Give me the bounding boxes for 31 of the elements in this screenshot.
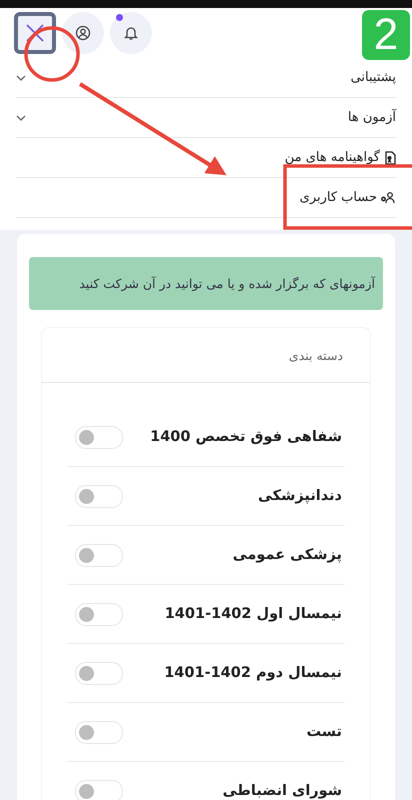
category-label: شفاهی فوق تخصص 1400 — [150, 429, 343, 445]
close-icon — [25, 23, 45, 43]
menu-link[interactable]: پشتیبانی — [350, 70, 396, 85]
menu-link[interactable]: آزمون ها — [348, 110, 396, 125]
menu-link[interactable]: گواهینامه های من — [284, 150, 396, 165]
toggle-switch[interactable] — [75, 602, 123, 626]
toggle-switch[interactable] — [75, 720, 123, 744]
toggle-switch[interactable] — [75, 484, 123, 508]
info-alert: آزمونهای که برگزار شده و یا می توانید در آن شرکت کنید — [29, 257, 383, 310]
category-label: تست — [306, 724, 343, 740]
category-label: نیمسال اول 1402-1401 — [164, 606, 343, 622]
user-icon — [75, 25, 91, 41]
bell-icon — [124, 25, 138, 41]
category-label: پزشکی عمومی — [232, 547, 343, 563]
panel-title: دسته بندی — [288, 348, 343, 362]
highlight-circle — [24, 26, 80, 82]
chevron-icon — [16, 74, 26, 80]
toggle-switch[interactable] — [75, 426, 123, 448]
profile-button[interactable] — [62, 12, 104, 54]
document-icon — [383, 150, 396, 164]
notifications-button[interactable] — [110, 12, 152, 54]
toggle-switch[interactable] — [75, 780, 123, 800]
category-label: دندانپزشکی — [258, 488, 343, 504]
category-label: نیمسال دوم 1402-1401 — [164, 665, 343, 681]
chevron-icon — [16, 114, 26, 120]
toggle-switch[interactable] — [75, 662, 123, 684]
toggle-switch[interactable] — [75, 544, 123, 566]
step-badge: 2 — [362, 10, 410, 60]
close-button[interactable] — [14, 12, 56, 54]
menu-link[interactable]: حساب کاربری — [300, 190, 396, 205]
category-label: شورای انضباطی — [222, 783, 343, 799]
